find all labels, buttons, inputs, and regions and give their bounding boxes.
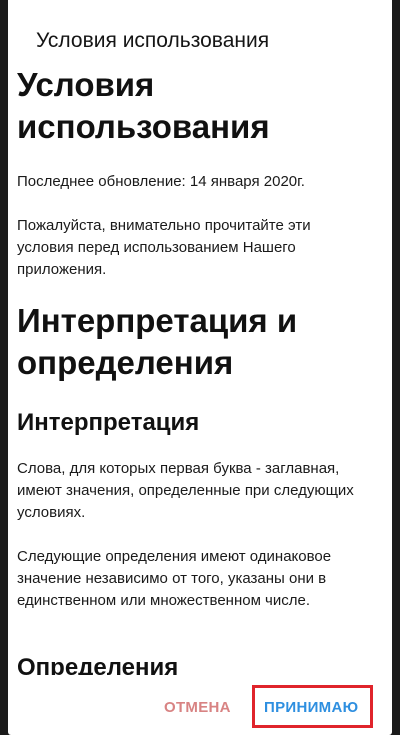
terms-dialog: Условия использования Условия использова…: [8, 0, 392, 735]
document-heading-line2: использования: [17, 108, 270, 145]
definitions-note-paragraph: Следующие определения имеют одинаковое з…: [17, 548, 332, 609]
subsection-title-interpretation: Интерпретация: [17, 409, 200, 436]
dialog-actions: ОТМЕНА ПРИНИМАЮ: [8, 676, 392, 735]
dialog-title: Условия использования: [36, 29, 270, 52]
interpretation-paragraph: Слова, для которых первая буква - заглав…: [17, 460, 354, 521]
subsection-title-definitions: Определения: [17, 654, 179, 675]
document-heading-line1: Условия: [17, 66, 155, 103]
terms-scroll-content[interactable]: Условия использования Последнее обновлен…: [17, 60, 377, 675]
last-updated-text: Последнее обновление: 14 января 2020г.: [17, 173, 305, 190]
section-title-line2: определения: [17, 344, 234, 381]
accept-button[interactable]: ПРИНИМАЮ: [264, 697, 366, 717]
intro-text: Пожалуйста, внимательно прочитайте эти у…: [17, 217, 311, 278]
section-title-line1: Интерпретация и: [17, 302, 298, 339]
cancel-button[interactable]: ОТМЕНА: [164, 697, 234, 717]
